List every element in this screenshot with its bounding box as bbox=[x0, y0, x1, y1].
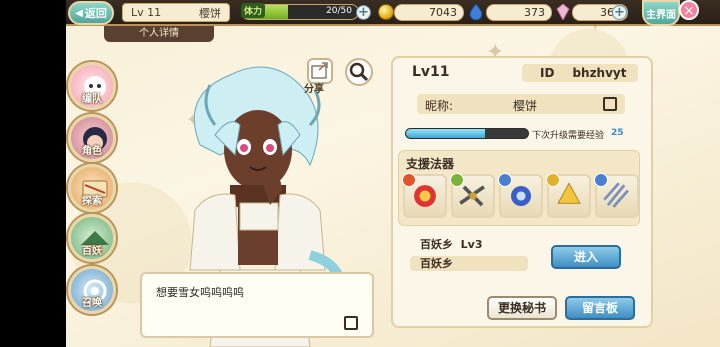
support-slot-1[interactable] bbox=[402, 173, 447, 218]
element-badge-icon bbox=[594, 173, 608, 187]
nav-character[interactable]: 角色 bbox=[68, 114, 116, 162]
stamina-label: 体力 bbox=[241, 3, 266, 18]
element-badge-icon bbox=[546, 173, 560, 187]
nickname-value: 樱饼 bbox=[513, 99, 538, 113]
search-icon bbox=[349, 62, 369, 82]
support-slot-4[interactable] bbox=[546, 173, 591, 218]
back-button[interactable]: ◀ 返回 bbox=[68, 1, 114, 25]
village-title: 百妖乡 Lv3 bbox=[420, 238, 483, 251]
support-slot-2[interactable] bbox=[450, 173, 495, 218]
tab-personal-details[interactable]: 个人详情 bbox=[104, 26, 214, 42]
dialogue-box: 想要雪女呜呜呜呜 bbox=[140, 272, 374, 338]
share-icon bbox=[311, 62, 328, 79]
exp-bar bbox=[405, 128, 529, 139]
id-value: bhzhvyt bbox=[572, 66, 627, 80]
add-crystal-button[interactable]: + bbox=[612, 5, 627, 20]
nickname-box: 昵称: 樱饼 bbox=[417, 94, 625, 114]
exp-value: 25 bbox=[611, 128, 624, 138]
nickname-label: 昵称: bbox=[425, 99, 454, 113]
element-badge-icon bbox=[498, 173, 512, 187]
exp-label: 下次升级需要经验 bbox=[532, 131, 605, 141]
nav-explore[interactable]: 探索 bbox=[68, 164, 116, 212]
close-icon[interactable]: × bbox=[679, 0, 699, 20]
nav-team[interactable]: 编队 bbox=[68, 62, 116, 110]
nav-yokai[interactable]: 百妖 bbox=[68, 214, 116, 262]
nav-summon[interactable]: 召唤 bbox=[68, 266, 116, 314]
edit-nickname-icon[interactable] bbox=[603, 97, 617, 111]
stamina-text: 20/50 bbox=[326, 6, 352, 16]
support-slot-5[interactable] bbox=[594, 173, 639, 218]
player-level-box: Lv 11 樱饼 bbox=[122, 3, 230, 22]
share-label: 分享 bbox=[304, 84, 324, 95]
change-secretary-button[interactable]: 更换秘书 bbox=[487, 296, 557, 320]
support-slot-3[interactable] bbox=[498, 173, 543, 218]
left-letterbox bbox=[0, 0, 66, 347]
dialogue-text: 想要雪女呜呜呜呜 bbox=[156, 286, 244, 299]
edit-dialogue-icon[interactable] bbox=[344, 316, 358, 330]
crystal-icon bbox=[556, 4, 570, 20]
player-id-box: ID bhzhvyt bbox=[522, 64, 638, 82]
water-drop-icon bbox=[469, 4, 483, 20]
element-badge-icon bbox=[450, 173, 464, 187]
element-badge-icon bbox=[402, 173, 416, 187]
gold-amount: 7043 bbox=[394, 4, 464, 21]
player-level: Lv 11 bbox=[131, 6, 162, 19]
main-screen-button[interactable]: 主界面 bbox=[642, 0, 680, 26]
profile-level: Lv11 bbox=[412, 64, 450, 80]
add-stamina-button[interactable]: + bbox=[356, 5, 371, 20]
gold-coin-icon bbox=[378, 4, 394, 20]
enter-village-button[interactable]: 进入 bbox=[551, 245, 621, 269]
id-label: ID bbox=[540, 66, 555, 80]
back-arrow-icon: ◀ bbox=[75, 7, 83, 19]
village-name-bar: 百妖乡 bbox=[410, 256, 528, 271]
zoom-button[interactable] bbox=[345, 58, 373, 86]
message-board-button[interactable]: 留言板 bbox=[565, 296, 635, 320]
water-amount: 373 bbox=[486, 4, 552, 21]
support-title: 支援法器 bbox=[406, 157, 455, 171]
player-name: 樱饼 bbox=[199, 6, 221, 20]
